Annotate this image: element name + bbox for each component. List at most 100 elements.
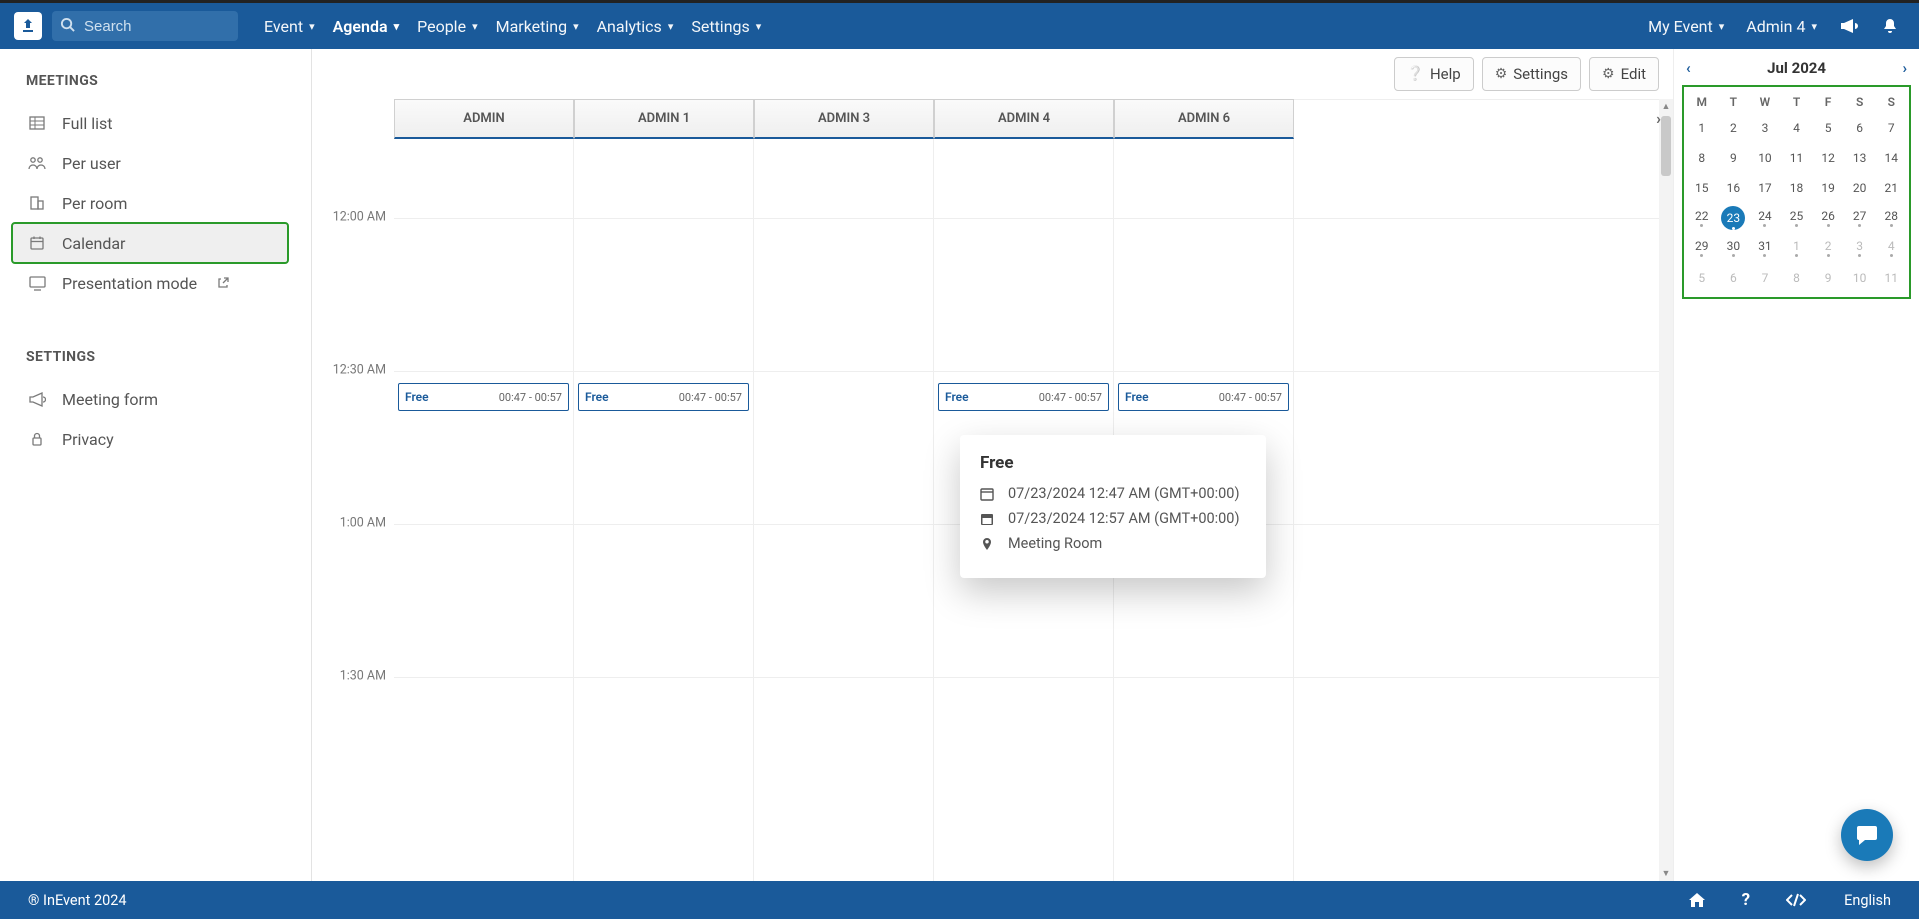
minical-day[interactable]: 18 bbox=[1781, 173, 1813, 203]
code-icon[interactable] bbox=[1786, 893, 1806, 907]
megaphone-icon[interactable] bbox=[1839, 17, 1859, 35]
minical-day[interactable]: 1 bbox=[1781, 233, 1813, 263]
minical-day[interactable]: 26 bbox=[1812, 203, 1844, 233]
sidebar-item-meeting-form[interactable]: Meeting form bbox=[26, 379, 303, 419]
search-input[interactable] bbox=[52, 11, 238, 41]
center-pane: ❔ Help ⚙ Settings ⚙ Edit ADMINADMIN 1ADM… bbox=[312, 49, 1919, 881]
chevron-down-icon: ▾ bbox=[394, 20, 400, 33]
minical-day[interactable]: 16 bbox=[1718, 173, 1750, 203]
resource-header[interactable]: ADMIN 4 bbox=[934, 99, 1114, 139]
minical-day[interactable]: 10 bbox=[1844, 263, 1876, 293]
nav-label: Event bbox=[264, 17, 303, 36]
help-question-icon[interactable]: ? bbox=[1742, 890, 1750, 910]
minical-day[interactable]: 9 bbox=[1812, 263, 1844, 293]
prev-month-chevron[interactable]: ‹ bbox=[1686, 59, 1691, 77]
nav-item-analytics[interactable]: Analytics▾ bbox=[597, 17, 674, 36]
nav-item-people[interactable]: People▾ bbox=[417, 17, 478, 36]
scroll-down-arrow[interactable]: ▼ bbox=[1662, 866, 1671, 881]
sidebar-item-per-user[interactable]: Per user bbox=[26, 143, 303, 183]
minical-day[interactable]: 8 bbox=[1781, 263, 1813, 293]
vertical-scrollbar[interactable]: ▲ ▼ bbox=[1659, 99, 1673, 881]
next-month-chevron[interactable]: › bbox=[1902, 59, 1907, 77]
minical-day[interactable]: 4 bbox=[1875, 233, 1907, 263]
nav-item-marketing[interactable]: Marketing▾ bbox=[496, 17, 579, 36]
app-logo[interactable] bbox=[14, 12, 42, 40]
minical-day[interactable]: 24 bbox=[1749, 203, 1781, 233]
gear-icon: ⚙ bbox=[1495, 66, 1508, 82]
nav-item-agenda[interactable]: Agenda▾ bbox=[333, 17, 399, 36]
minical-day[interactable]: 22 bbox=[1686, 203, 1718, 233]
minical-day[interactable]: 9 bbox=[1718, 143, 1750, 173]
menu-icon bbox=[28, 235, 46, 251]
resource-header-row: ADMINADMIN 1ADMIN 3ADMIN 4ADMIN 6 › bbox=[394, 99, 1659, 139]
minical-day[interactable]: 1 bbox=[1686, 113, 1718, 143]
minical-day[interactable]: 30 bbox=[1718, 233, 1750, 263]
next-resources-chevron[interactable]: › bbox=[1656, 109, 1661, 128]
settings-label: Settings bbox=[1513, 65, 1568, 83]
resource-header[interactable]: ADMIN 1 bbox=[574, 99, 754, 139]
settings-button[interactable]: ⚙ Settings bbox=[1482, 57, 1581, 91]
minical-day[interactable]: 10 bbox=[1749, 143, 1781, 173]
sidebar-item-calendar[interactable]: Calendar bbox=[12, 223, 288, 263]
minical-day[interactable]: 19 bbox=[1812, 173, 1844, 203]
sidebar-item-per-room[interactable]: Per room bbox=[26, 183, 303, 223]
chevron-down-icon: ▾ bbox=[573, 20, 579, 33]
minical-day[interactable]: 21 bbox=[1875, 173, 1907, 203]
edit-button[interactable]: ⚙ Edit bbox=[1589, 57, 1659, 91]
minical-day[interactable]: 12 bbox=[1812, 143, 1844, 173]
minical-day[interactable]: 25 bbox=[1781, 203, 1813, 233]
menu-icon bbox=[28, 392, 46, 407]
footer-language[interactable]: English bbox=[1844, 892, 1891, 909]
nav-item-event[interactable]: Event▾ bbox=[264, 17, 315, 36]
minical-day[interactable]: 3 bbox=[1844, 233, 1876, 263]
minical-day[interactable]: 15 bbox=[1686, 173, 1718, 203]
my-event-dropdown[interactable]: My Event ▾ bbox=[1648, 17, 1724, 36]
minical-day[interactable]: 17 bbox=[1749, 173, 1781, 203]
calendar-scroll: ADMINADMIN 1ADMIN 3ADMIN 4ADMIN 6› 12:00… bbox=[312, 99, 1673, 881]
minical-day[interactable]: 2 bbox=[1812, 233, 1844, 263]
calendar-slot[interactable]: Free00:47 - 00:57 bbox=[938, 383, 1109, 411]
resource-header[interactable]: ADMIN 3 bbox=[754, 99, 934, 139]
calendar-slot[interactable]: Free00:47 - 00:57 bbox=[578, 383, 749, 411]
minical-day[interactable]: 8 bbox=[1686, 143, 1718, 173]
minical-day[interactable]: 7 bbox=[1749, 263, 1781, 293]
minical-day[interactable]: 27 bbox=[1844, 203, 1876, 233]
sidebar-item-full-list[interactable]: Full list bbox=[26, 103, 303, 143]
minical-day[interactable]: 29 bbox=[1686, 233, 1718, 263]
calendar-slot[interactable]: Free00:47 - 00:57 bbox=[1118, 383, 1289, 411]
scroll-thumb[interactable] bbox=[1661, 116, 1671, 176]
calendar-slot[interactable]: Free00:47 - 00:57 bbox=[398, 383, 569, 411]
nav-item-settings[interactable]: Settings▾ bbox=[691, 17, 761, 36]
minical-day[interactable]: 20 bbox=[1844, 173, 1876, 203]
top-nav: Event▾Agenda▾People▾Marketing▾Analytics▾… bbox=[264, 17, 761, 36]
sidebar-item-presentation-mode[interactable]: Presentation mode bbox=[26, 263, 303, 303]
minical-day[interactable]: 5 bbox=[1686, 263, 1718, 293]
nav-label: Settings bbox=[691, 17, 749, 36]
minical-day[interactable]: 28 bbox=[1875, 203, 1907, 233]
menu-icon bbox=[28, 195, 46, 211]
chat-fab[interactable] bbox=[1841, 809, 1893, 861]
scroll-up-arrow[interactable]: ▲ bbox=[1662, 99, 1671, 114]
minical-day[interactable]: 6 bbox=[1844, 113, 1876, 143]
minical-day[interactable]: 7 bbox=[1875, 113, 1907, 143]
minical-day[interactable]: 13 bbox=[1844, 143, 1876, 173]
minical-day[interactable]: 14 bbox=[1875, 143, 1907, 173]
resource-header[interactable]: ADMIN 6 bbox=[1114, 99, 1294, 139]
minical-day[interactable]: 31 bbox=[1749, 233, 1781, 263]
user-dropdown[interactable]: Admin 4 ▾ bbox=[1746, 17, 1817, 36]
home-icon[interactable] bbox=[1688, 892, 1706, 908]
minical-day[interactable]: 4 bbox=[1781, 113, 1813, 143]
popup-end-line: 07/23/2024 12:57 AM (GMT+00:00) bbox=[980, 510, 1246, 527]
minical-day[interactable]: 11 bbox=[1875, 263, 1907, 293]
minical-day[interactable]: 3 bbox=[1749, 113, 1781, 143]
minical-day[interactable]: 11 bbox=[1781, 143, 1813, 173]
bell-icon[interactable] bbox=[1881, 17, 1899, 35]
minical-day[interactable]: 6 bbox=[1718, 263, 1750, 293]
minical-day[interactable]: 2 bbox=[1718, 113, 1750, 143]
page-toolbar: ❔ Help ⚙ Settings ⚙ Edit bbox=[312, 49, 1673, 99]
minical-day[interactable]: 5 bbox=[1812, 113, 1844, 143]
minical-day[interactable]: 23 bbox=[1718, 203, 1750, 233]
help-button[interactable]: ❔ Help bbox=[1394, 57, 1474, 91]
sidebar-item-privacy[interactable]: Privacy bbox=[26, 419, 303, 459]
resource-header[interactable]: ADMIN bbox=[394, 99, 574, 139]
